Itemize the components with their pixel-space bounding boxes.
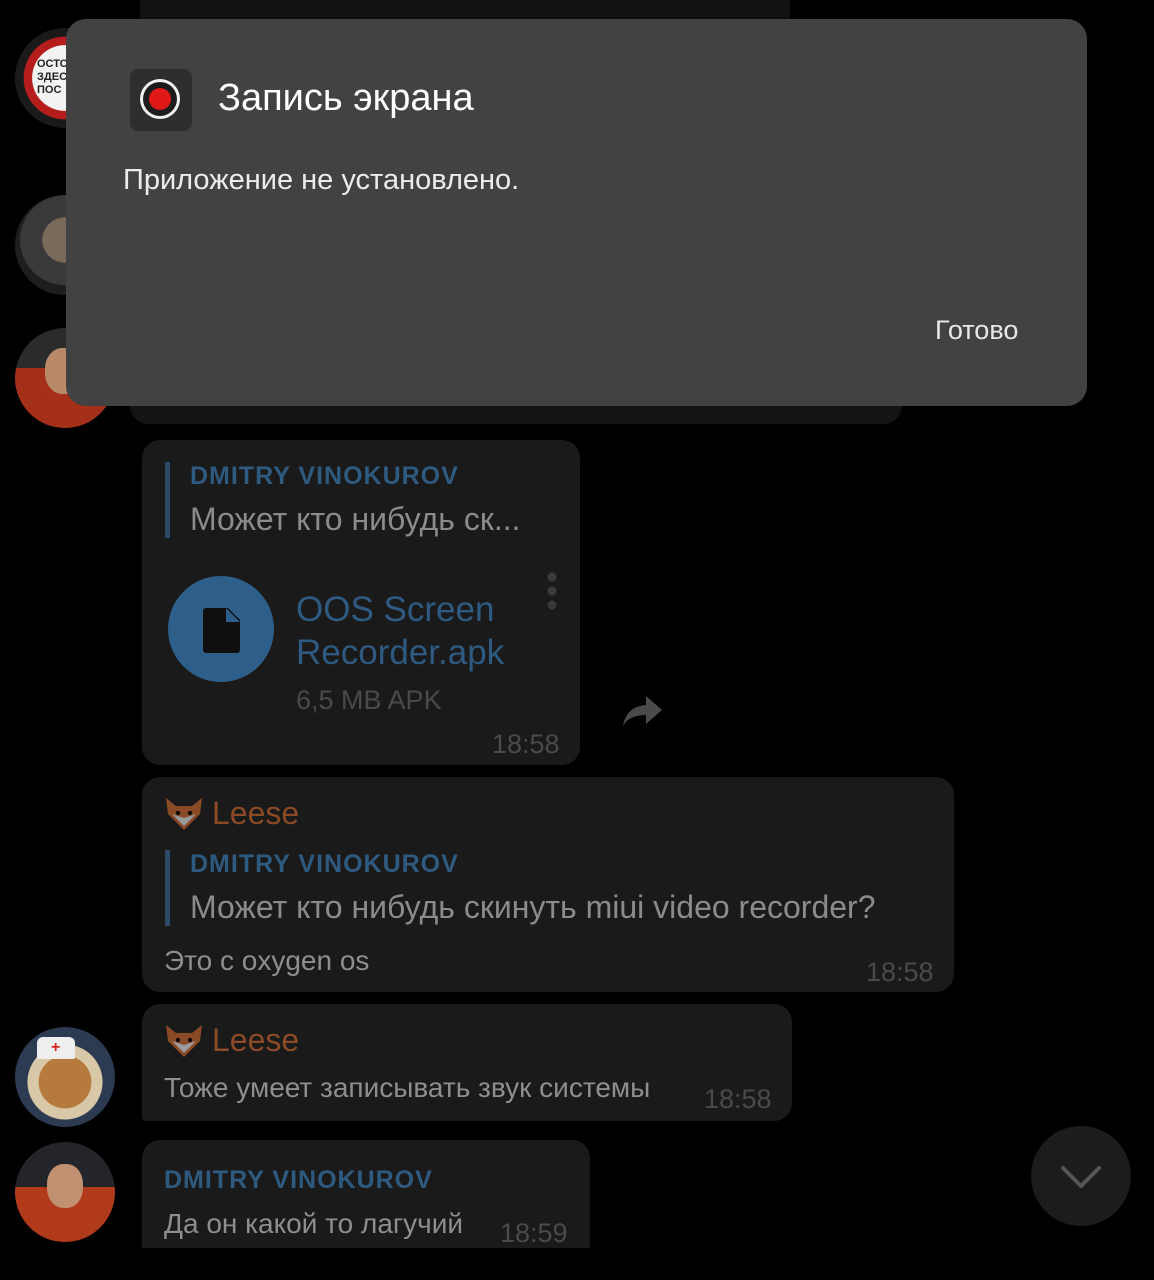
message-time: 18:58 [704, 1084, 772, 1114]
sender-name[interactable]: Leese [164, 1022, 299, 1059]
file-size: 6,5 MB APK [296, 685, 442, 715]
sender-label: Leese [212, 1022, 300, 1058]
fox-icon [164, 796, 204, 832]
message-time: 18:58 [866, 957, 934, 987]
done-button[interactable]: Готово [935, 315, 1018, 346]
avatar[interactable]: + [15, 1027, 115, 1127]
sender-name[interactable]: Leese [164, 795, 299, 832]
alert-dialog: Запись экрана Приложение не установлено.… [66, 19, 1087, 406]
sender-name[interactable]: DMITRY VINOKUROV [164, 1166, 433, 1195]
avatar[interactable] [15, 1142, 115, 1242]
file-icon [203, 608, 240, 653]
message-time: 18:59 [500, 1218, 568, 1248]
reply-author: DMITRY VINOKUROV [190, 462, 459, 490]
file-name-line: OOS Screen [296, 590, 495, 629]
message-text: Это с oxygen os [164, 945, 370, 976]
chat-view: ОСТО ЗДЕСЬ ПОС + DMITRY VINOKUROV Может … [0, 0, 1154, 1280]
sender-label: Leese [212, 795, 300, 831]
file-name[interactable]: OOS Screen Recorder.apk [296, 588, 504, 674]
previous-message-bubble [140, 0, 790, 19]
file-download-button[interactable] [168, 576, 274, 682]
fox-icon [164, 1023, 204, 1059]
dialog-title: Запись экрана [218, 77, 474, 119]
forward-icon[interactable] [620, 692, 664, 728]
scroll-down-button[interactable] [1031, 1126, 1131, 1226]
message-text: Да он какой то лагучий [164, 1208, 463, 1239]
dialog-message: Приложение не установлено. [123, 164, 520, 196]
reply-text: Может кто нибудь скинуть miui video reco… [190, 889, 876, 925]
file-name-line: Recorder.apk [296, 633, 505, 672]
more-vert-icon[interactable] [545, 572, 559, 614]
message-text: Тоже умеет записывать звук системы [164, 1072, 651, 1103]
message-time: 18:58 [492, 729, 560, 759]
reply-quote[interactable]: DMITRY VINOKUROV Может кто нибудь скинут… [165, 850, 876, 926]
screen-record-icon [130, 69, 192, 131]
chevron-down-icon [1061, 1166, 1101, 1188]
reply-quote[interactable]: DMITRY VINOKUROV Может кто нибудь ск... [165, 462, 521, 538]
reply-text: Может кто нибудь ск... [190, 501, 521, 537]
reply-author: DMITRY VINOKUROV [190, 850, 459, 878]
